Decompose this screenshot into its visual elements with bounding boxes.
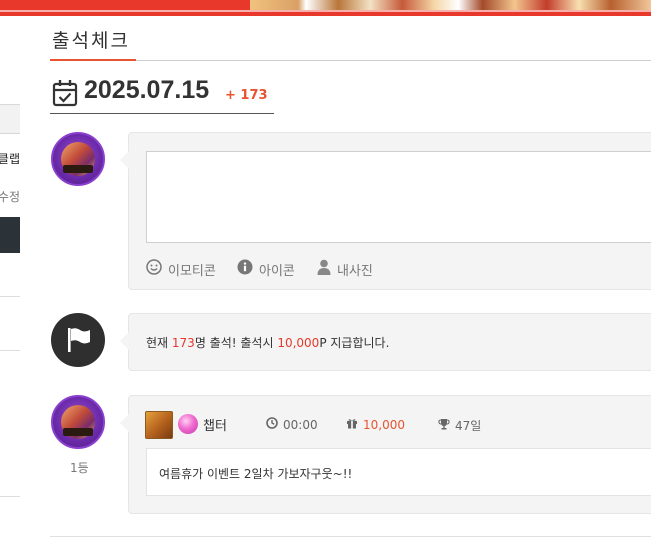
gift-icon <box>346 417 358 432</box>
notice-panel: 현재 173명 출석! 출석시 10,000P 지급합니다. <box>120 313 651 371</box>
comment-body: 여름휴가 이벤트 2일차 가보자구웃~!! <box>146 448 651 496</box>
notice-middle: 명 출석! 출석시 <box>194 336 278 350</box>
sidebar-edit-link[interactable]: 수정 <box>0 188 20 205</box>
comment-text: 여름휴가 이벤트 2일차 가보자구웃~!! <box>159 467 353 481</box>
info-icon <box>237 259 253 279</box>
flag-icon <box>66 326 92 358</box>
notice-avatar <box>51 313 105 367</box>
sidebar-divider <box>0 496 20 497</box>
notice-count: 173 <box>171 336 195 350</box>
banner-image <box>250 0 651 10</box>
emoticon-button[interactable]: 이모티콘 <box>146 259 216 279</box>
trophy-icon <box>438 418 450 433</box>
member-name[interactable]: 챕터 <box>178 414 227 434</box>
user-icon <box>317 259 331 279</box>
clock-icon <box>266 417 278 432</box>
emoticon-label: 이모티콘 <box>168 263 216 279</box>
list-divider <box>50 536 651 537</box>
banner-divider <box>0 10 651 12</box>
attend-time-label: 00:00 <box>283 417 318 432</box>
rank-label: 1등 <box>70 461 89 475</box>
reward-points: 10,000 <box>346 417 405 432</box>
avatar[interactable] <box>51 395 105 449</box>
date-header: 2025.07.15 + 173 <box>50 76 274 114</box>
page-title: 출석체크 <box>52 30 130 52</box>
attend-time: 00:00 <box>266 417 318 432</box>
sidebar-tab[interactable] <box>0 104 20 134</box>
notice-prefix: 현재 <box>146 336 172 350</box>
attendance-count: + 173 <box>225 88 268 103</box>
level-badge <box>145 411 173 439</box>
smile-icon <box>146 259 162 279</box>
sidebar-item-label[interactable]: 클랩 <box>0 150 20 167</box>
title-divider <box>50 60 651 61</box>
icon-button[interactable]: 아이콘 <box>237 259 295 279</box>
streak-days: 47일 <box>438 417 481 434</box>
icon-label: 아이콘 <box>259 263 295 279</box>
notice-suffix: P 지급합니다. <box>319 336 390 350</box>
sidebar-dark-button[interactable] <box>0 217 20 253</box>
gem-icon <box>178 414 198 434</box>
comment-input[interactable] <box>146 151 651 243</box>
my-photo-label: 내사진 <box>337 263 373 279</box>
avatar[interactable] <box>51 132 105 186</box>
attendance-main: 출석체크 2025.07.15 + 173 이모티콘 아이콘 내사진 현재 17… <box>50 16 651 538</box>
notice-text: 현재 173명 출석! 출석시 10,000P 지급합니다. <box>146 334 389 351</box>
entry-meta: 챕터 00:00 10,000 47일 <box>145 411 645 439</box>
sidebar: 클랩 수정 <box>0 16 20 538</box>
reward-points-label: 10,000 <box>363 417 405 432</box>
notice-points: 10,000 <box>277 336 320 350</box>
sidebar-divider <box>0 350 20 351</box>
attendance-date: 2025.07.15 <box>84 76 210 104</box>
sidebar-divider <box>0 296 20 297</box>
attendance-entry: 챕터 00:00 10,000 47일 여름휴가 이벤트 2일차 가보자구웃~!… <box>120 395 651 514</box>
member-name-label: 챕터 <box>203 418 227 434</box>
calendar-check-icon[interactable] <box>52 79 78 111</box>
my-photo-button[interactable]: 내사진 <box>317 259 373 279</box>
compose-panel: 이모티콘 아이콘 내사진 <box>120 132 651 290</box>
title-underline <box>50 59 136 61</box>
top-banner <box>0 0 651 16</box>
streak-days-label: 47일 <box>455 419 482 433</box>
